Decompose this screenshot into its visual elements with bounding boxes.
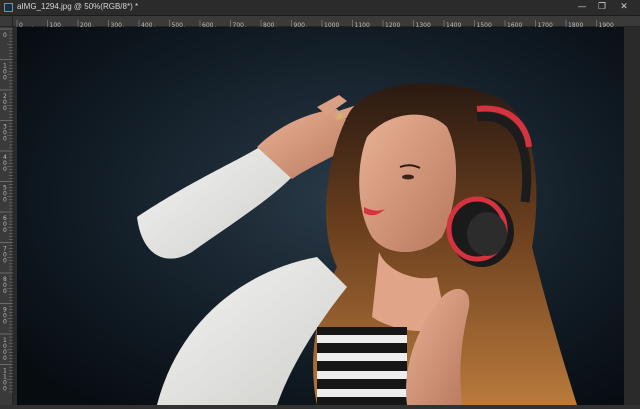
- vertical-ruler[interactable]: 010020030040050060070080090010001100: [0, 27, 13, 405]
- ruler-v-label-digit: 0: [3, 166, 7, 173]
- ruler-v-label-digit: 0: [3, 386, 7, 393]
- minimize-button[interactable]: —: [573, 1, 591, 14]
- ruler-v-label-digit: 0: [3, 105, 7, 112]
- ruler-v-label-digit: 0: [3, 227, 7, 234]
- striped-top: [317, 327, 407, 405]
- photo-image: [17, 27, 624, 405]
- ruler-v-label-digit: 0: [3, 319, 7, 326]
- ruler-v-label-digit: 0: [3, 355, 7, 362]
- ruler-v-label-digit: 0: [3, 197, 7, 204]
- headphone-earcup-center: [467, 212, 507, 256]
- document-canvas[interactable]: [13, 27, 640, 405]
- horizontal-ruler[interactable]: 0 100 200 300 400 500 600 700 800 900 1000 1100 1200…: [13, 16, 640, 31]
- restore-button[interactable]: ❐: [593, 1, 611, 14]
- ruler-v-label-digit: 0: [3, 288, 7, 295]
- close-button[interactable]: ✕: [615, 1, 633, 14]
- eye: [402, 174, 414, 180]
- face: [359, 114, 457, 252]
- document-tab-title[interactable]: aIMG_1294.jpg @ 50%(RGB/8*) *: [17, 2, 138, 11]
- photoshop-logo-icon: [4, 3, 13, 12]
- document-title-bar: aIMG_1294.jpg @ 50%(RGB/8*) * — ❐ ✕: [0, 0, 640, 16]
- ruler-origin[interactable]: [0, 16, 13, 27]
- ruler-v-label-digit: 0: [3, 258, 7, 265]
- vertical-ruler-ticks: 010020030040050060070080090010001100: [0, 28, 13, 393]
- gold-ring: [337, 113, 343, 119]
- ruler-v-label-digit: 0: [3, 75, 7, 82]
- ruler-v-label-digit: 0: [3, 32, 7, 39]
- ruler-v-label-digit: 0: [3, 136, 7, 143]
